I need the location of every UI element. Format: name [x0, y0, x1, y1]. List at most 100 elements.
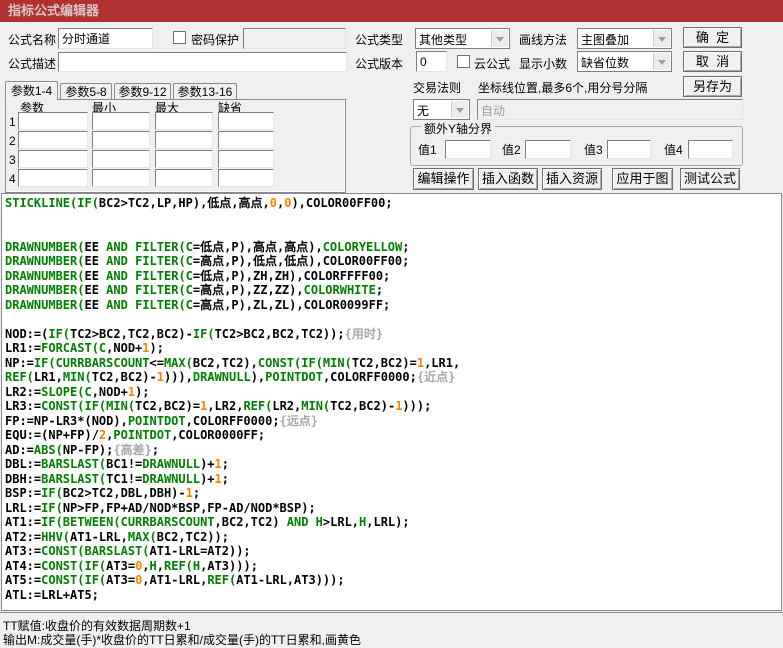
- param-min-input-3[interactable]: [92, 150, 150, 168]
- insert-resource-button[interactable]: 插入资源: [542, 168, 602, 190]
- decimal-label: 显示小数: [519, 57, 568, 71]
- code-line: LR3:=CONST(IF(MIN(TC2,BC2)=1,LR2,REF(LR2…: [5, 399, 432, 413]
- coord-mode-select[interactable]: 无: [413, 99, 470, 120]
- param-default-input-4[interactable]: [218, 169, 274, 187]
- formula-desc-label: 公式描述: [8, 57, 57, 71]
- window-title: 指标公式编辑器: [0, 0, 783, 22]
- tab-params-1-4[interactable]: 参数1-4: [5, 81, 58, 100]
- y-value3-input[interactable]: [607, 140, 651, 159]
- password-input: [243, 28, 346, 49]
- formula-editor-window: 指标公式编辑器 公式名称 密码保护 公式类型 其他类型 画线方法 主图叠加 确 …: [0, 0, 783, 648]
- code-line: AD:=ABS(NP-FP);{高差};: [5, 442, 160, 457]
- formula-type-select[interactable]: 其他类型: [415, 28, 510, 49]
- code-line: STICKLINE(IF(BC2>TC2,LP,HP),低点,高点,0,0),C…: [5, 196, 393, 210]
- formula-version-input[interactable]: [416, 51, 447, 72]
- code-line: AT3:=CONST(BARSLAST(AT1-LRL=AT2));: [5, 544, 251, 558]
- formula-name-label: 公式名称: [8, 33, 57, 47]
- code-line: AT4:=CONST(IF(AT3=0,H,REF(H,AT3)));: [5, 558, 258, 573]
- tab-params-13-16[interactable]: 参数13-16: [173, 83, 237, 100]
- code-line: AT2:=HHV(AT1-LRL,MAX(BC2,TC2));: [5, 529, 229, 544]
- y-value4-label: 值4: [664, 143, 683, 157]
- y-value3-label: 值3: [584, 143, 603, 157]
- insert-function-button[interactable]: 插入函数: [478, 168, 538, 190]
- param-row-number: 3: [9, 153, 16, 167]
- apply-to-chart-button[interactable]: 应用于图: [612, 168, 673, 190]
- code-line: REF(LR1,MIN(TC2,BC2)-1))),DRAWNULL),POIN…: [5, 370, 456, 384]
- save-as-button[interactable]: 另存为: [683, 76, 742, 97]
- param-default-input-1[interactable]: [218, 112, 274, 130]
- code-line: DRAWNUMBER(EE AND FILTER(C=高点,P),ZZ,ZZ),…: [5, 283, 384, 297]
- code-line: DBL:=BARSLAST(BC1!=DRAWNULL)+1;: [5, 457, 229, 471]
- y-value2-label: 值2: [502, 143, 521, 157]
- formula-name-input[interactable]: [58, 28, 153, 49]
- formula-version-label: 公式版本: [355, 57, 404, 71]
- code-line: DRAWNUMBER(EE AND FILTER(C=高点,P),ZL,ZL),…: [5, 297, 391, 312]
- y-value1-label: 值1: [418, 143, 437, 157]
- code-line: BSP:=IF(BC2>TC2,DBL,DBH)-1;: [5, 486, 201, 500]
- code-editor[interactable]: STICKLINE(IF(BC2>TC2,LP,HP),低点,高点,0,0),C…: [1, 193, 782, 611]
- dropdown-arrow-icon[interactable]: [653, 53, 670, 70]
- code-line: ATL:=LRL+AT5;: [5, 587, 99, 602]
- code-line: LR2:=SLOPE(C,NOD+1);: [5, 384, 150, 399]
- cloud-formula-checkbox[interactable]: [457, 55, 470, 68]
- password-protect-label: 密码保护: [191, 33, 240, 47]
- code-line: DRAWNUMBER(EE AND FILTER(C=低点,P),高点,高点),…: [5, 239, 410, 254]
- code-line: DBH:=BARSLAST(TC1!=DRAWNULL)+1;: [5, 471, 229, 486]
- param-row-number: 1: [9, 115, 16, 129]
- code-line: EQU:=(NP+FP)/2,POINTDOT,COLOR0000FF;: [5, 428, 266, 442]
- param-name-input-4[interactable]: [18, 169, 88, 187]
- param-max-input-4[interactable]: [155, 169, 213, 187]
- param-max-input-3[interactable]: [155, 150, 213, 168]
- param-name-input-3[interactable]: [18, 150, 88, 168]
- dropdown-arrow-icon[interactable]: [451, 101, 468, 118]
- status-line-2: 输出M:成交量(手)*收盘价的TT日累和/成交量(手)的TT日累和,画黄色: [3, 633, 361, 647]
- test-formula-button[interactable]: 测试公式: [680, 168, 740, 190]
- tab-params-9-12[interactable]: 参数9-12: [114, 83, 171, 100]
- param-max-input-1[interactable]: [155, 112, 213, 130]
- code-line: NOD:=(IF(TC2>BC2,TC2,BC2)-IF(TC2>BC2,BC2…: [5, 326, 384, 341]
- param-default-input-3[interactable]: [218, 150, 274, 168]
- coord-line-hint: 坐标线位置,最多6个,用分号分隔: [478, 81, 648, 95]
- edit-operation-button[interactable]: 编辑操作: [413, 168, 474, 190]
- code-line: LRL:=IF(NP>FP,FP+AD/NOD*BSP,FP-AD/NOD*BS…: [5, 500, 316, 515]
- param-min-input-1[interactable]: [92, 112, 150, 130]
- code-line: AT1:=IF(BETWEEN(CURRBARSCOUNT,BC2,TC2) A…: [5, 515, 410, 529]
- ok-button[interactable]: 确 定: [683, 27, 742, 48]
- dropdown-arrow-icon[interactable]: [653, 30, 670, 47]
- code-line: DRAWNUMBER(EE AND FILTER(C=低点,P),ZH,ZH),…: [5, 268, 391, 283]
- code-line: LR1:=FORCAST(C,NOD+1);: [5, 341, 164, 355]
- code-line: NP:=IF(CURRBARSCOUNT<=MAX(BC2,TC2),CONST…: [5, 355, 461, 370]
- y-value4-input[interactable]: [688, 140, 733, 159]
- status-bar: TT赋值:收盘价的有效数据周期数+1 输出M:成交量(手)*收盘价的TT日累和/…: [0, 612, 783, 648]
- code-line: AT5:=CONST(IF(AT3=0,AT1-LRL,REF(AT1-LRL,…: [5, 573, 345, 587]
- code-line: DRAWNUMBER(EE AND FILTER(C=高点,P),低点,低点),…: [5, 254, 410, 268]
- draw-method-select[interactable]: 主图叠加: [577, 28, 672, 49]
- trade-rule-label: 交易法则: [413, 81, 462, 95]
- param-default-input-2[interactable]: [218, 131, 274, 149]
- draw-method-label: 画线方法: [519, 33, 568, 47]
- password-protect-checkbox[interactable]: [173, 31, 186, 44]
- cloud-formula-label: 云公式: [474, 57, 511, 71]
- param-row-number: 4: [9, 172, 16, 186]
- param-name-input-2[interactable]: [18, 131, 88, 149]
- formula-type-label: 公式类型: [355, 33, 404, 47]
- tab-params-5-8[interactable]: 参数5-8: [60, 83, 112, 100]
- dropdown-arrow-icon[interactable]: [491, 30, 508, 47]
- cancel-button[interactable]: 取 消: [683, 51, 742, 72]
- coord-line-input: 自动: [477, 99, 743, 120]
- formula-desc-input[interactable]: [58, 52, 347, 72]
- extra-y-axis-title: 额外Y轴分界: [421, 120, 496, 137]
- y-value1-input[interactable]: [445, 140, 491, 159]
- y-value2-input[interactable]: [525, 140, 571, 159]
- param-min-input-4[interactable]: [92, 169, 150, 187]
- decimal-select[interactable]: 缺省位数: [577, 51, 672, 72]
- code-line: FP:=NP-LR3*(NOD),POINTDOT,COLORFF0000;{远…: [5, 413, 318, 428]
- param-row-number: 2: [9, 134, 16, 148]
- param-name-input-1[interactable]: [18, 112, 88, 130]
- status-line-1: TT赋值:收盘价的有效数据周期数+1: [3, 619, 191, 633]
- param-max-input-2[interactable]: [155, 131, 213, 149]
- param-min-input-2[interactable]: [92, 131, 150, 149]
